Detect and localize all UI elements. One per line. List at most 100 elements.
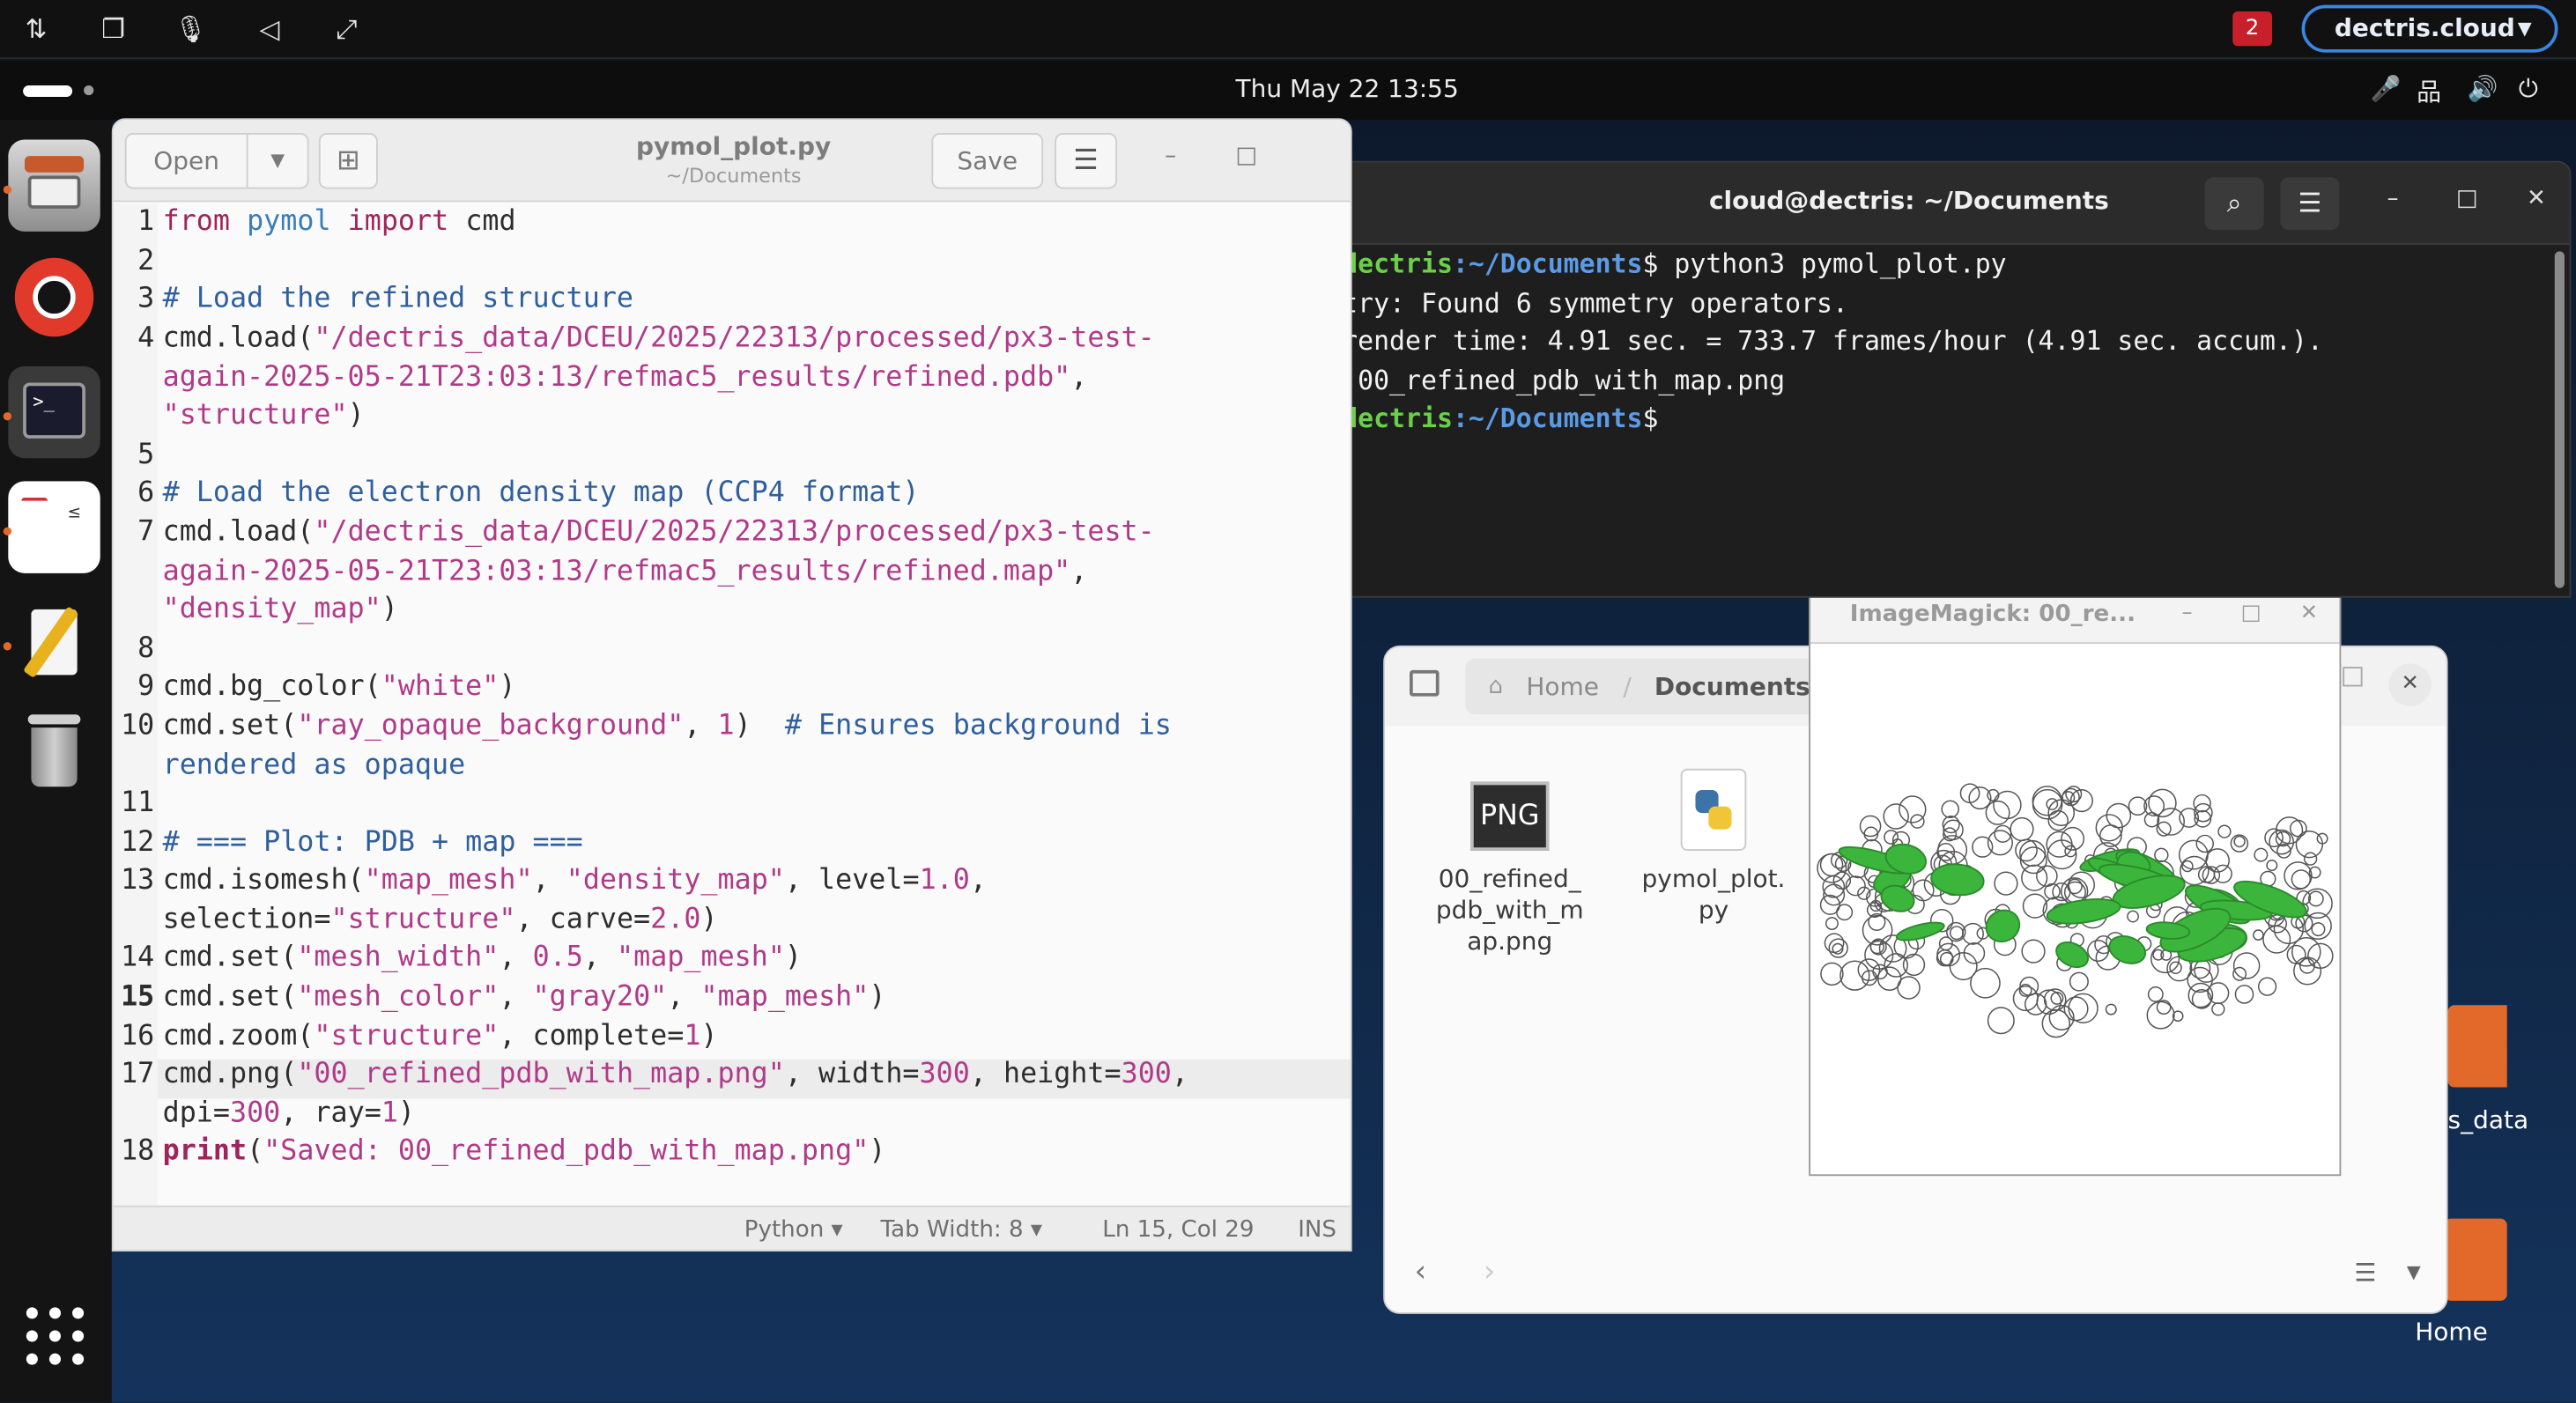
line-number: 17 [121, 1057, 155, 1091]
minimize-icon[interactable]: – [2181, 602, 2192, 626]
open-menu-button[interactable]: ▼ [246, 133, 309, 189]
breadcrumb-home[interactable]: Home [1526, 659, 1599, 714]
save-button[interactable]: Save [931, 133, 1044, 189]
terminal-icon[interactable]: >_ [8, 366, 100, 459]
mesh-blob [1828, 938, 1848, 958]
account-menu-button[interactable]: dectris.cloud ▼ [2301, 4, 2558, 53]
new-tab-icon[interactable]: ⊞ [318, 133, 378, 189]
file-label-png[interactable]: 00_refined_ pdb_with_m ap.png [1418, 864, 1602, 957]
home-folder-icon[interactable] [2444, 1218, 2507, 1301]
mesh-blob [2187, 982, 2214, 1008]
helix-ribbon [2046, 897, 2121, 925]
line-number: 16 [121, 1020, 155, 1053]
clock[interactable]: Thu May 22 13:55 [1150, 74, 1544, 104]
fullscreen-icon[interactable]: ⤢ [327, 10, 366, 49]
menu-icon[interactable]: ☰ [2280, 177, 2340, 231]
open-button[interactable]: Open [124, 133, 248, 189]
mesh-blob [1884, 830, 1899, 845]
mesh-blob [1941, 800, 1959, 819]
mesh-blob [2234, 985, 2254, 1004]
close-icon[interactable]: ✕ [2527, 186, 2546, 212]
close-icon[interactable]: ✕ [2300, 602, 2318, 626]
account-label: dectris.cloud [2334, 12, 2515, 43]
chevron-down-icon: ▼ [2517, 18, 2532, 40]
back-icon[interactable]: ‹ [1415, 1255, 1426, 1289]
trash-icon[interactable] [8, 708, 100, 800]
close-icon[interactable]: ✕ [2388, 663, 2432, 706]
mesh-blob [2195, 834, 2215, 853]
workspace-indicator[interactable] [23, 85, 73, 98]
code-line: # === Plot: PDB + map === [162, 825, 583, 860]
helix-ribbon [1985, 909, 2021, 943]
terminal-window: ⊞ cloud@dectris: ~/Documents ⌕ ☰ – □ ✕ c… [1241, 160, 2572, 598]
chevron-down-icon[interactable]: ▼ [2407, 1261, 2421, 1282]
mesh-blob [2284, 861, 2313, 890]
remote-toolbar: ⇅ ❐ 🎙 ◁ ⤢ 2 dectris.cloud ▼ [0, 0, 2576, 60]
network-icon[interactable]: 品 [2417, 74, 2441, 108]
mesh-blob [2148, 788, 2177, 818]
mesh-blob [2048, 1004, 2075, 1030]
code-line: # Load the refined structure [162, 282, 634, 316]
sidebar-toggle-icon[interactable] [1409, 669, 1440, 697]
workspace-dot[interactable] [84, 85, 94, 96]
image-viewer-icon[interactable]: ≤ [8, 481, 100, 573]
maximize-icon[interactable] [2343, 667, 2363, 687]
maximize-icon[interactable]: □ [2456, 186, 2478, 212]
list-view-icon[interactable]: ☰ [2354, 1258, 2376, 1288]
imagemagick-title: ImageMagick: 00_re... [1849, 601, 2136, 628]
window-restore-icon[interactable]: ❐ [93, 10, 133, 49]
menu-icon[interactable]: ☰ [1055, 133, 1118, 189]
line-number: 6 [137, 476, 155, 510]
code-line: cmd.load("/dectris_data/DCEU/2025/22313/… [162, 321, 1155, 355]
maximize-icon[interactable]: □ [1235, 143, 1257, 169]
mesh-blob [1949, 926, 1964, 941]
speaker-wave-icon[interactable]: ◁ [249, 10, 289, 49]
mesh-blob [2233, 835, 2246, 848]
microphone-icon[interactable]: 🎤 [2371, 74, 2402, 104]
mesh-blob [2154, 847, 2169, 863]
text-editor-icon[interactable] [8, 596, 100, 688]
files-app-icon[interactable] [8, 139, 100, 232]
line-number: 5 [137, 438, 155, 472]
home-folder-label[interactable]: Home [2415, 1318, 2488, 1348]
code-line: from pymol import cmd [162, 205, 516, 239]
line-number: 12 [121, 825, 155, 860]
line-number: 10 [121, 709, 155, 742]
help-lifebuoy-icon[interactable] [8, 251, 100, 343]
file-label-py[interactable]: pymol_plot. py [1632, 864, 1795, 927]
line-number: 4 [137, 321, 155, 355]
tab-width-selector[interactable]: Tab Width: 8 ▾ [881, 1217, 1042, 1244]
minimize-icon[interactable]: – [1165, 143, 1176, 169]
search-icon[interactable]: ⌕ [2204, 177, 2264, 231]
minimize-icon[interactable]: – [2387, 186, 2399, 212]
mesh-blob [2046, 831, 2073, 858]
maximize-icon[interactable]: □ [2241, 602, 2261, 626]
status-bar: Python ▾ Tab Width: 8 ▾ Ln 15, Col 29 IN… [113, 1205, 1351, 1251]
microphone-off-icon[interactable]: 🎙 [171, 10, 211, 49]
terminal-scrollbar[interactable] [2554, 251, 2565, 588]
volume-icon[interactable]: 🔊 [2468, 74, 2498, 104]
app-grid-icon[interactable] [26, 1307, 85, 1366]
language-selector[interactable]: Python ▾ [744, 1217, 843, 1244]
code-line: selection="structure", carve=2.0) [162, 903, 718, 936]
line-number: 3 [137, 282, 155, 316]
desktop-folder-label[interactable]: s_data [2448, 1105, 2529, 1135]
notification-badge[interactable]: 2 [2232, 11, 2273, 47]
code-editor[interactable]: 1 2 3 4 5 6 7 8 9 10 11 12 13 14 15 16 1… [113, 203, 1351, 1206]
breadcrumb-current[interactable]: Documents [1654, 659, 1810, 714]
mesh-blob [2021, 864, 2048, 891]
mesh-blob [2205, 848, 2230, 873]
python-file-icon[interactable] [1680, 768, 1747, 851]
forward-icon[interactable]: › [1484, 1255, 1495, 1289]
code-line: cmd.zoom("structure", complete=1) [162, 1020, 718, 1053]
code-line: "density_map") [162, 593, 398, 626]
sort-arrows-icon[interactable]: ⇅ [17, 10, 56, 49]
mesh-blob [2143, 811, 2160, 828]
png-file-icon[interactable]: PNG [1469, 781, 1550, 851]
cursor-position[interactable]: Ln 15, Col 29 [1102, 1217, 1254, 1244]
line-number: 18 [121, 1134, 155, 1168]
code-line: dpi=300, ray=1) [162, 1097, 416, 1130]
desktop-folder-icon[interactable] [2447, 1005, 2507, 1088]
power-icon[interactable]: ⏻ [2519, 74, 2538, 104]
mesh-blob [1824, 933, 1845, 954]
